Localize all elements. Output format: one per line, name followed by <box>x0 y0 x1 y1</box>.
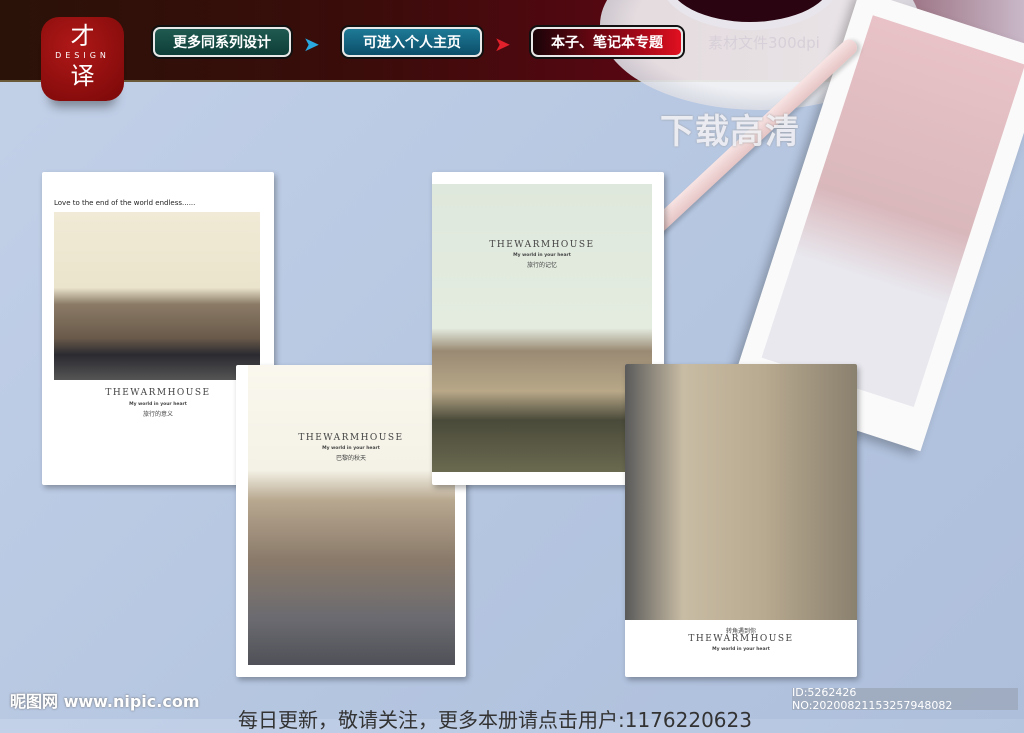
brand-title: THEWARMHOUSE <box>489 240 595 250</box>
notebook-cover-4: 转角遇到你 THEWARMHOUSE My world in your hear… <box>625 364 857 677</box>
image-id-label: ID:5262426 NO:20200821153257948082 <box>792 686 1018 712</box>
cn-title: 旅行的记忆 <box>526 262 557 269</box>
cover-photo <box>625 364 857 620</box>
brand-title: THEWARMHOUSE <box>688 634 794 644</box>
notebook-topic-button[interactable]: 本子、笔记本专题 <box>531 27 683 57</box>
subtitle: My world in your heart <box>712 647 770 652</box>
logo-char: 才 <box>70 22 95 50</box>
brand-logo[interactable]: 才 DESIGN 译 <box>41 17 124 101</box>
arrow-icon: ➤ <box>494 32 511 56</box>
homepage-button[interactable]: 可进入个人主页 <box>342 27 482 57</box>
cover-photo <box>432 184 652 472</box>
site-watermark: 昵图网 www.nipic.com <box>10 692 200 711</box>
logo-char: 译 <box>70 62 95 90</box>
cover-photo <box>54 212 260 380</box>
more-series-button[interactable]: 更多同系列设计 <box>153 27 291 57</box>
tagline: Love to the end of the world endless....… <box>54 199 196 207</box>
logo-design: DESIGN <box>55 51 110 60</box>
subtitle: My world in your heart <box>513 253 571 258</box>
arrow-icon: ➤ <box>303 32 320 56</box>
download-hd-watermark: 下载高清 <box>660 112 800 152</box>
cover-photo <box>248 365 455 665</box>
resolution-label: 素材文件300dpi <box>708 34 820 52</box>
